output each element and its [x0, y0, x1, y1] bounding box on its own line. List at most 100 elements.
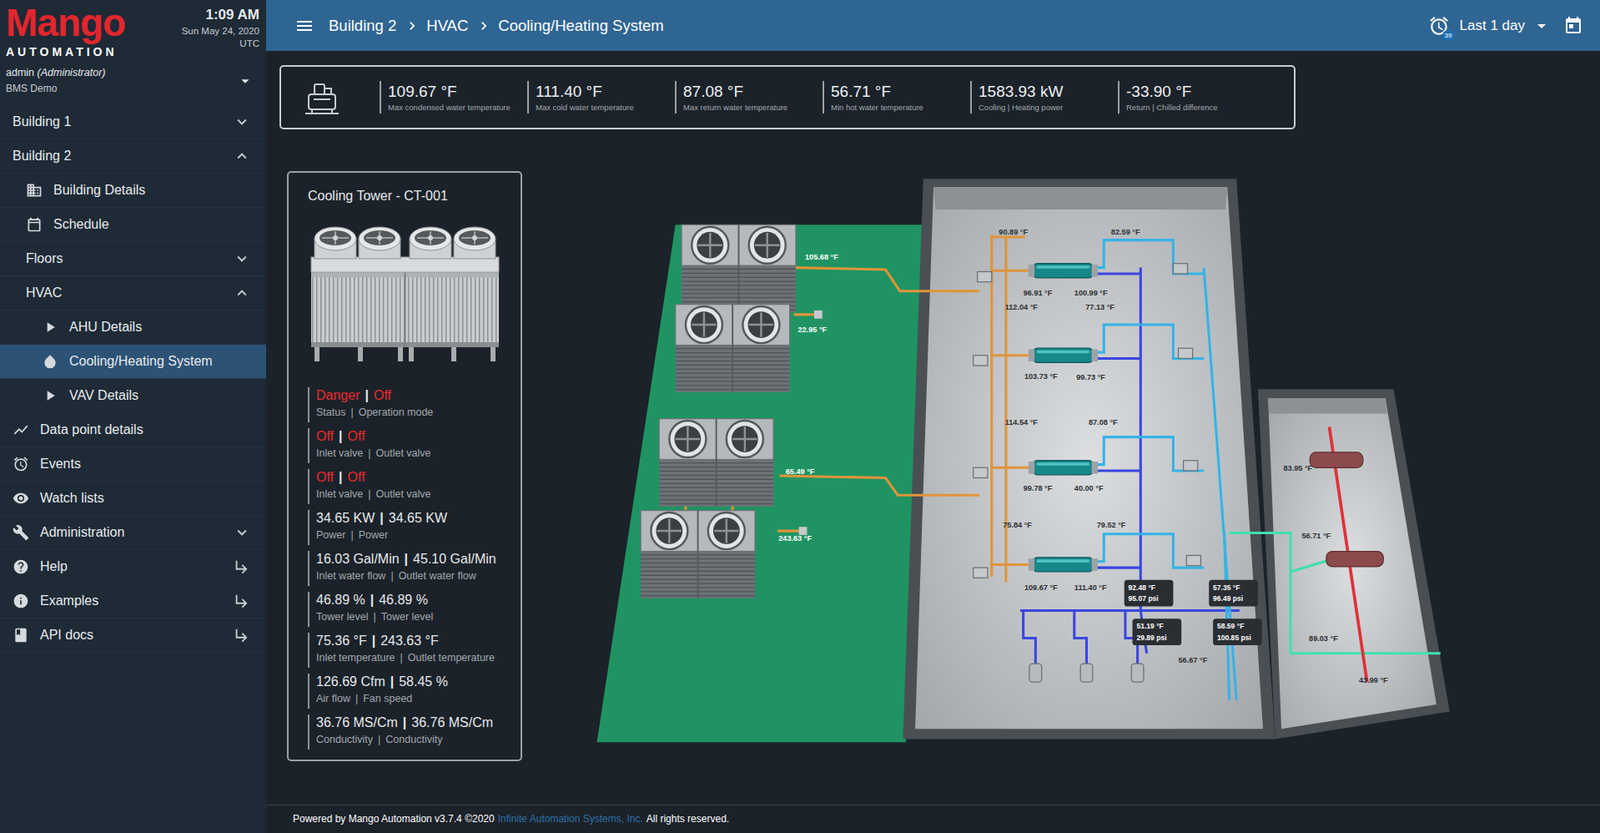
valve[interactable] [1178, 347, 1193, 358]
sensor-reading: 99.78 °F [1023, 483, 1053, 493]
sidebar-item[interactable]: VAV Details [0, 378, 267, 413]
property-values: 16.03 Gal/Min|45.10 Gal/Min [316, 550, 516, 568]
stat-value: 56.71 °F [830, 82, 963, 101]
property-values: 75.36 °F|243.63 °F [316, 632, 516, 650]
property-values: 126.69 Cfm|58.45 % [316, 673, 516, 690]
sidebar-item[interactable]: Administration [0, 515, 267, 550]
help-icon [12, 558, 30, 575]
sidebar-item-label: Cooling/Heating System [69, 353, 252, 369]
pump[interactable] [1131, 663, 1144, 682]
user-role: (Administrator) [37, 66, 106, 79]
user-menu[interactable]: admin (Administrator)BMS Demo [5, 66, 260, 95]
external-link-icon [232, 557, 252, 576]
sidebar-item-label: HVAC [25, 285, 233, 301]
pump[interactable] [1029, 663, 1042, 682]
breadcrumb-item[interactable]: HVAC [426, 16, 468, 36]
cooling-tower-unit[interactable] [640, 510, 755, 599]
logo[interactable]: MangoAUTOMATION [5, 3, 126, 59]
footer-link[interactable]: Infinite Automation Systems, Inc. [498, 812, 644, 833]
sidebar-item-label: VAV Details [69, 387, 252, 403]
yard [597, 224, 924, 742]
property-labels: Tower level|Tower level [316, 610, 516, 623]
sidebar-item[interactable]: Examples [0, 583, 267, 619]
sidebar-item[interactable]: API docs [0, 618, 267, 653]
stat-label: Max condensed water temperature [387, 102, 520, 112]
pressure-readout: 58.59 °F100.85 psi [1212, 618, 1263, 645]
sidebar-item-label: Schedule [53, 216, 252, 232]
clock-time: 1:09 AM [181, 6, 260, 24]
hamburger-menu-icon[interactable] [294, 15, 315, 36]
pump[interactable] [1080, 663, 1093, 682]
sidebar-item[interactable]: AHU Details [0, 310, 267, 345]
valve[interactable] [973, 567, 988, 578]
sensor-reading: 96.91 °F [1023, 288, 1053, 297]
property-labels: Conductivity|Conductivity [316, 733, 516, 745]
chevron-down-icon [232, 523, 252, 542]
property-values: 36.76 MS/Cm|36.76 MS/Cm [316, 714, 516, 731]
summary-stat: 56.71 °FMin hot water temperature [822, 80, 968, 114]
chiller[interactable] [1028, 460, 1098, 475]
property-labels: Power|Power [316, 528, 516, 541]
sidebar-item[interactable]: Schedule [0, 207, 267, 242]
valve[interactable] [1172, 263, 1188, 274]
cooling-tower-unit[interactable] [681, 224, 796, 312]
sidebar-item-label: Floors [25, 251, 233, 267]
sensor-reading: 105.68 °F [805, 252, 839, 262]
sidebar-item[interactable]: Building 1 [0, 105, 267, 140]
drop-icon [41, 352, 59, 370]
svg-text:96.49 psi: 96.49 psi [1212, 593, 1243, 603]
summary-stat: 109.67 °FMax condensed water temperature [379, 80, 525, 114]
content: 109.67 °FMax condensed water temperature… [266, 50, 1600, 805]
sidebar-item[interactable]: Floors [0, 241, 267, 277]
time-range-select[interactable]: Last 1 day [1459, 15, 1552, 36]
property-labels: Inlet valve|Outlet valve [316, 447, 516, 459]
breadcrumb-item[interactable]: Cooling/Heating System [498, 16, 664, 36]
cooling-tower-unit[interactable] [659, 418, 774, 507]
heat-exchanger[interactable] [1309, 452, 1364, 468]
sidebar-item-label: Building Details [53, 182, 252, 198]
stat-label: Cooling | Heating power [978, 102, 1111, 112]
sidebar-item[interactable]: Building Details [0, 173, 267, 208]
tower-property: 16.03 Gal/Min|45.10 Gal/MinInlet water f… [307, 550, 516, 586]
valve[interactable] [977, 271, 992, 282]
sidebar-item[interactable]: Cooling/Heating System [0, 344, 267, 379]
chiller[interactable] [1028, 557, 1098, 572]
sidebar-item[interactable]: Watch lists [0, 481, 267, 516]
sensor-reading: 83.95 °F [1283, 463, 1313, 473]
chiller[interactable] [1028, 263, 1098, 278]
valve[interactable] [1183, 460, 1198, 471]
sidebar-item[interactable]: Data point details [0, 412, 267, 448]
sensor-reading: 100.99 °F [1074, 288, 1108, 297]
logo-brand: Mango [5, 3, 126, 42]
sidebar-item[interactable]: HVAC [0, 276, 267, 311]
pressure-readout: 92.48 °F95.07 psi [1124, 579, 1174, 607]
sidebar-item[interactable]: Building 2 [0, 139, 267, 174]
calendar-icon[interactable] [1563, 15, 1584, 36]
chevron-down-icon [232, 249, 252, 268]
property-labels: Status|Operation mode [316, 406, 516, 418]
sidebar-item[interactable]: Help [0, 549, 267, 584]
sidebar-item[interactable]: Events [0, 447, 267, 482]
sensor-reading: 79.52 °F [1096, 520, 1127, 529]
valve[interactable] [1186, 554, 1201, 565]
calendar-icon [25, 216, 43, 233]
alarm-button[interactable]: 39 [1428, 15, 1450, 37]
breadcrumb-item[interactable]: Building 2 [328, 16, 397, 36]
valve[interactable] [973, 467, 988, 478]
heat-exchanger[interactable] [1326, 551, 1384, 567]
eye-icon [12, 489, 30, 507]
summary-stat: 111.40 °FMax cold water temperature [527, 80, 673, 114]
sidebar-item-label: AHU Details [69, 319, 252, 335]
sidebar-item-label: Building 1 [12, 114, 233, 130]
breadcrumb: Building 2 HVAC Cooling/Heating System [328, 16, 1429, 36]
valve[interactable] [973, 355, 988, 366]
sensor-reading: 77.13 °F [1085, 302, 1115, 312]
chiller[interactable] [1028, 347, 1098, 363]
stat-value: 87.08 °F [683, 82, 816, 101]
stat-value: 111.40 °F [535, 82, 668, 101]
chevron-down-icon [232, 112, 252, 131]
cooling-tower-unit[interactable] [675, 304, 790, 393]
sidebar-item-label: Data point details [40, 422, 252, 438]
top-bar: Building 2 HVAC Cooling/Heating System 39 La… [266, 0, 1600, 51]
footer: Powered by Mango Automation v3.7.4 ©2020… [266, 804, 1600, 833]
